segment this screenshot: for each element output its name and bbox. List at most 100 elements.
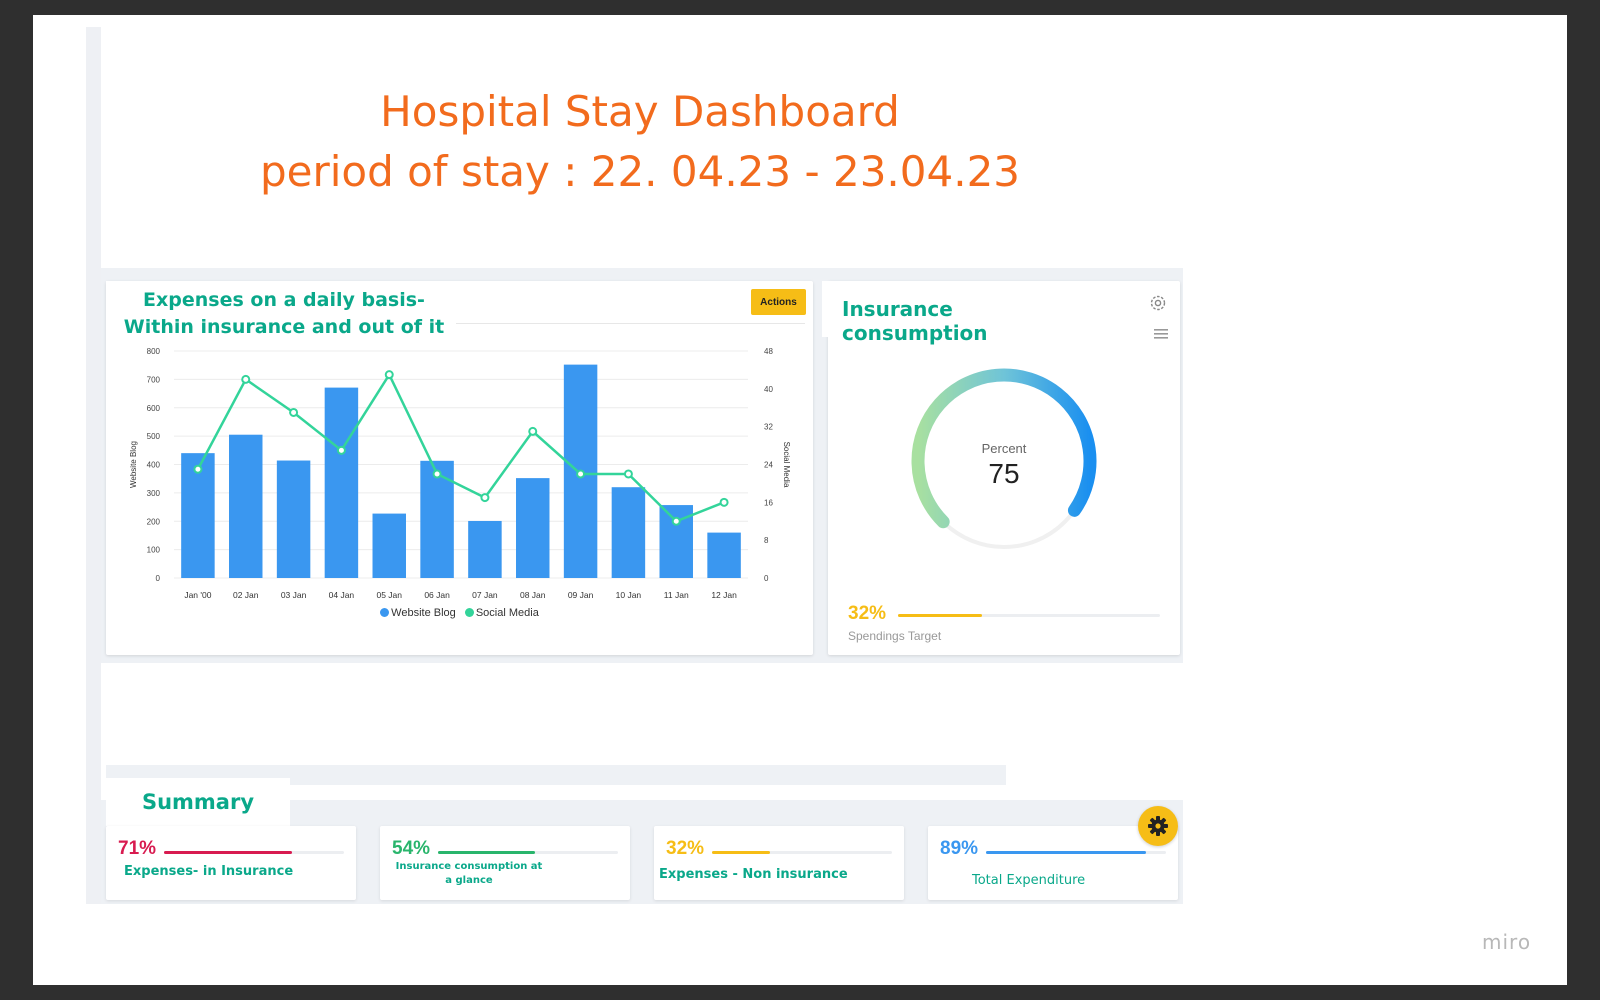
- expenses-chart-card: Expenses on a daily basis- Within insura…: [106, 281, 813, 655]
- x-tick-label: 06 Jan: [424, 590, 450, 600]
- y-axis-title: Website Blog: [129, 441, 138, 488]
- chart-bar: [611, 487, 646, 578]
- social-media-point: [289, 407, 299, 417]
- legend-item-social-media[interactable]: Social Media: [464, 607, 539, 619]
- social-media-point: [193, 464, 203, 474]
- chart-bar: [372, 513, 406, 578]
- social-media-point: [384, 370, 394, 380]
- kpi-percent: 71%: [118, 838, 157, 859]
- gauge-value: 75: [988, 458, 1020, 489]
- chart-bar: [516, 478, 550, 578]
- kpi-label: Expenses- in Insurance: [124, 864, 294, 879]
- social-media-point: [576, 469, 586, 479]
- summary-title: Summary: [141, 790, 255, 814]
- insurance-title-box: Insurance consumption: [822, 281, 1092, 345]
- kpi-card-insurance-expenses: 71% Expenses- in Insurance: [106, 826, 356, 900]
- y2-tick-label: 8: [764, 536, 769, 545]
- social-media-point: [528, 426, 538, 436]
- settings-gear-button[interactable]: [1138, 806, 1178, 846]
- chart-bar: [229, 434, 263, 578]
- legend-label-website-blog: Website Blog: [391, 607, 456, 619]
- kpi-percent: 54%: [392, 838, 431, 859]
- social-media-point: [719, 497, 729, 507]
- y-tick-label: 200: [147, 517, 161, 526]
- menu-icon[interactable]: [1154, 328, 1168, 340]
- target-progress-track: [898, 614, 1160, 617]
- y-tick-label: 500: [147, 432, 161, 441]
- y-tick-label: 0: [156, 574, 161, 583]
- chart-bar: [707, 532, 741, 578]
- y-tick-label: 100: [147, 546, 161, 555]
- y-tick-label: 800: [147, 347, 161, 356]
- settings-gear-icon[interactable]: [1148, 293, 1168, 313]
- miro-watermark: miro: [1482, 930, 1532, 954]
- legend-label-social-media: Social Media: [475, 607, 539, 619]
- y2-axis-title: Social Media: [782, 442, 791, 488]
- expenses-chart: 800 700 600 500 400 300 200 100 0 48 40 32 24 16 8 0 Web…: [129, 347, 791, 600]
- kpi-percent: 89%: [940, 838, 979, 859]
- kpi-progress-track: [986, 851, 1166, 854]
- chart-bar: [468, 520, 502, 578]
- target-percent: 32%: [848, 603, 887, 624]
- kpi-label: Insurance consumption at a glance: [395, 861, 543, 886]
- card-header-divider: [456, 323, 805, 324]
- kpi-label: Expenses - Non insurance: [659, 867, 848, 882]
- kpi-progress-fill: [986, 851, 1147, 854]
- x-tick-label: 09 Jan: [568, 590, 594, 600]
- y2-tick-label: 32: [764, 423, 773, 432]
- title-line-2: period of stay : 22. 04.23 - 23.04.23: [259, 147, 1021, 196]
- y-tick-label: 700: [147, 375, 161, 384]
- y2-tick-label: 16: [764, 498, 773, 507]
- social-media-point: [336, 445, 346, 455]
- chart-bar: [324, 387, 359, 578]
- kpi-label: Total Expenditure: [972, 873, 1086, 888]
- y2-tick-label: 0: [764, 574, 769, 583]
- chart-bar: [276, 460, 311, 578]
- x-tick-label: 07 Jan: [472, 590, 498, 600]
- expenses-title: Expenses on a daily basis- Within insura…: [123, 289, 445, 338]
- kpi-card-insurance-consumption: 54% Insurance consumption at a glance: [380, 826, 630, 900]
- y2-tick-label: 48: [764, 347, 773, 356]
- canvas-strip: [86, 27, 101, 904]
- y2-tick-label: 40: [764, 385, 773, 394]
- kpi-progress-track: [438, 851, 618, 854]
- kpi-progress-fill: [438, 851, 536, 854]
- kpi-percent: 32%: [666, 838, 705, 859]
- x-tick-label: 10 Jan: [616, 590, 642, 600]
- legend-dot-social-media: [464, 608, 474, 617]
- x-tick-label: 03 Jan: [281, 590, 307, 600]
- page-title: Hospital Stay Dashboard period of stay :…: [220, 82, 1060, 202]
- social-media-point: [480, 493, 490, 503]
- x-tick-label: Jan '00: [184, 590, 211, 600]
- kpi-card-non-insurance-expenses: 32% Expenses - Non insurance: [654, 826, 904, 900]
- x-tick-label: 12 Jan: [711, 590, 737, 600]
- legend-item-website-blog[interactable]: Website Blog: [380, 607, 456, 619]
- social-media-point: [671, 516, 681, 526]
- gear-icon: [1148, 816, 1168, 836]
- x-tick-label: 04 Jan: [329, 590, 355, 600]
- y-tick-label: 400: [147, 461, 161, 470]
- expenses-title-box: Expenses on a daily basis- Within insura…: [106, 281, 456, 343]
- y2-tick-label: 24: [764, 461, 773, 470]
- chart-legend: Website Blog Social Media: [106, 607, 813, 619]
- target-label: Spendings Target: [848, 629, 942, 643]
- legend-dot-website-blog: [380, 608, 390, 617]
- x-tick-label: 05 Jan: [376, 590, 402, 600]
- target-progress-fill: [898, 614, 982, 617]
- x-tick-label: 02 Jan: [233, 590, 259, 600]
- kpi-progress-track: [712, 851, 892, 854]
- summary-tab: Summary: [106, 778, 290, 826]
- y-tick-label: 300: [147, 489, 161, 498]
- social-media-point: [432, 469, 442, 479]
- actions-button[interactable]: Actions: [751, 289, 806, 315]
- insurance-card: Insurance consumption Percent 75 32% Spe…: [822, 281, 1180, 655]
- kpi-progress-fill: [164, 851, 292, 854]
- social-media-point: [623, 469, 633, 479]
- social-media-point: [241, 374, 251, 384]
- kpi-progress-track: [164, 851, 344, 854]
- insurance-title: Insurance consumption: [842, 297, 988, 345]
- title-line-1: Hospital Stay Dashboard: [380, 87, 900, 136]
- x-tick-label: 08 Jan: [520, 590, 546, 600]
- y-tick-label: 600: [147, 404, 161, 413]
- x-tick-label: 11 Jan: [664, 590, 689, 600]
